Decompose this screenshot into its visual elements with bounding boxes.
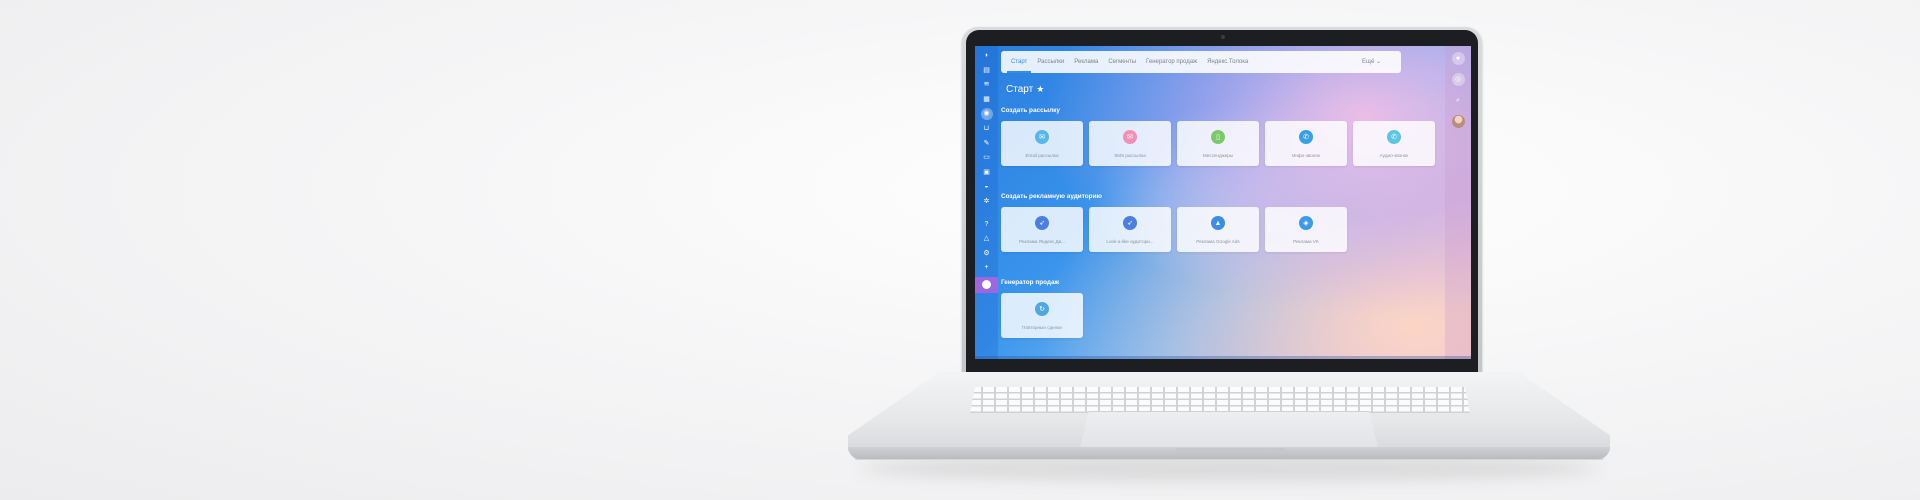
mailing-card[interactable]: ▯ Мессенджеры xyxy=(1177,121,1259,166)
profile-switch-icon[interactable] xyxy=(975,276,998,293)
ads-card[interactable]: ➶ Look-a-like аудитори... xyxy=(1089,207,1171,252)
cart-icon[interactable]: ⊔ xyxy=(981,123,993,135)
card-label: Реклама Google Ads xyxy=(1196,239,1240,244)
ads-card[interactable]: ◈ Реклама VK xyxy=(1265,207,1347,252)
card-label: Мессенджеры xyxy=(1202,153,1234,158)
gear-icon[interactable]: ⚙ xyxy=(981,248,993,260)
avatar[interactable] xyxy=(1451,115,1465,128)
sales-card[interactable]: ↻ Повторные сделки xyxy=(1001,293,1083,338)
lookalike-icon: ➶ xyxy=(1123,216,1137,230)
camera-dot xyxy=(1221,35,1225,39)
settings-icon[interactable]: ✲ xyxy=(981,196,993,208)
tab-segments[interactable]: Сегменты xyxy=(1108,59,1136,65)
yandex-direct-icon: ➶ xyxy=(1035,216,1049,230)
ads-card[interactable]: ➶ Реклама Яндекс.Ди... xyxy=(1001,207,1083,252)
card-label: Аудио-звонок xyxy=(1379,153,1409,158)
screen-bottom-bar xyxy=(975,356,1471,359)
page-title-text: Старт xyxy=(1006,84,1034,95)
card-label: Инфо-звонок xyxy=(1292,153,1320,158)
email-icon: ✉ xyxy=(1035,130,1049,144)
card-label: Реклама Яндекс.Ди... xyxy=(1019,239,1065,244)
repeat-deals-icon: ↻ xyxy=(1035,302,1049,316)
globe-icon[interactable]: ◎ xyxy=(1451,73,1465,86)
page-title: Старт ★ xyxy=(1006,84,1044,95)
inbox-icon[interactable]: ▣ xyxy=(981,167,993,179)
sms-icon: ✉ xyxy=(1123,130,1137,144)
phone-icon: ✆ xyxy=(1299,130,1313,144)
tab-start[interactable]: Старт xyxy=(1006,59,1032,73)
mailing-card[interactable]: ✉ SMS рассылка xyxy=(1089,121,1171,166)
right-sidebar: ● ◎ ⌕ xyxy=(1445,46,1471,359)
tab-sales-generator[interactable]: Генератор продаж xyxy=(1146,59,1197,65)
card-label: Реклама VK xyxy=(1293,239,1319,244)
grid-icon[interactable]: ◉ xyxy=(980,108,993,121)
audio-call-icon: ✆ xyxy=(1387,130,1401,144)
tab-yandex-toloka[interactable]: Яндекс.Толока xyxy=(1207,59,1248,65)
card-label: Повторные сделки xyxy=(1022,325,1062,330)
warning-icon[interactable]: △ xyxy=(981,233,993,245)
trackpad xyxy=(1080,411,1378,448)
tab-mailings[interactable]: Рассылки xyxy=(1037,59,1064,65)
more-tabs-button[interactable]: Ещё ⌄ xyxy=(1362,58,1381,65)
mailing-card[interactable]: ✆ Инфо-звонок xyxy=(1265,121,1347,166)
mailing-card[interactable]: ✉ Email рассылка xyxy=(1001,121,1083,166)
search-icon[interactable]: ⌕ xyxy=(1452,94,1465,107)
messenger-icon: ▯ xyxy=(1211,130,1225,144)
logo-icon[interactable]: ◗ xyxy=(981,50,993,62)
database-icon[interactable]: ◒ xyxy=(981,181,993,193)
help-icon[interactable]: ? xyxy=(981,219,993,231)
vk-ads-icon: ◈ xyxy=(1299,216,1313,230)
ads-card[interactable]: ▲ Реклама Google Ads xyxy=(1177,207,1259,252)
card-label: Look-a-like аудитори... xyxy=(1106,239,1154,244)
edit-icon[interactable]: ✎ xyxy=(981,138,993,150)
broadcast-icon[interactable]: ≋ xyxy=(981,79,993,91)
plus-icon[interactable]: + xyxy=(981,262,993,274)
calendar-icon[interactable]: ▦ xyxy=(981,94,993,106)
laptop-notch xyxy=(1175,448,1285,452)
left-sidebar: ◗ ▤ ≋ ▦ ◉ ⊔ ✎ ▭ ▣ ◒ ✲ ? △ ⚙ + xyxy=(975,46,998,359)
favorite-star-icon[interactable]: ★ xyxy=(1036,84,1044,94)
section-title-sales: Генератор продаж xyxy=(1001,279,1060,286)
section-title-ads: Создать рекламную аудиторию xyxy=(1001,193,1102,200)
google-ads-icon: ▲ xyxy=(1211,216,1225,230)
section-title-mailing: Создать рассылку xyxy=(1001,107,1060,114)
card-label: SMS рассылка xyxy=(1114,153,1146,158)
notification-icon[interactable]: ● xyxy=(1451,52,1465,65)
tab-ads[interactable]: Реклама xyxy=(1074,59,1098,65)
laptop-screen: ◗ ▤ ≋ ▦ ◉ ⊔ ✎ ▭ ▣ ◒ ✲ ? △ ⚙ + Старт Расс… xyxy=(975,46,1471,359)
mailing-card[interactable]: ✆ Аудио-звонок xyxy=(1353,121,1435,166)
keyboard-rows xyxy=(970,387,1470,413)
top-navigation: Старт Рассылки Реклама Сегменты Генерато… xyxy=(1001,51,1401,73)
dashboard-icon[interactable]: ▤ xyxy=(981,65,993,77)
card-label: Email рассылка xyxy=(1025,153,1059,158)
card-icon[interactable]: ▭ xyxy=(981,152,993,164)
